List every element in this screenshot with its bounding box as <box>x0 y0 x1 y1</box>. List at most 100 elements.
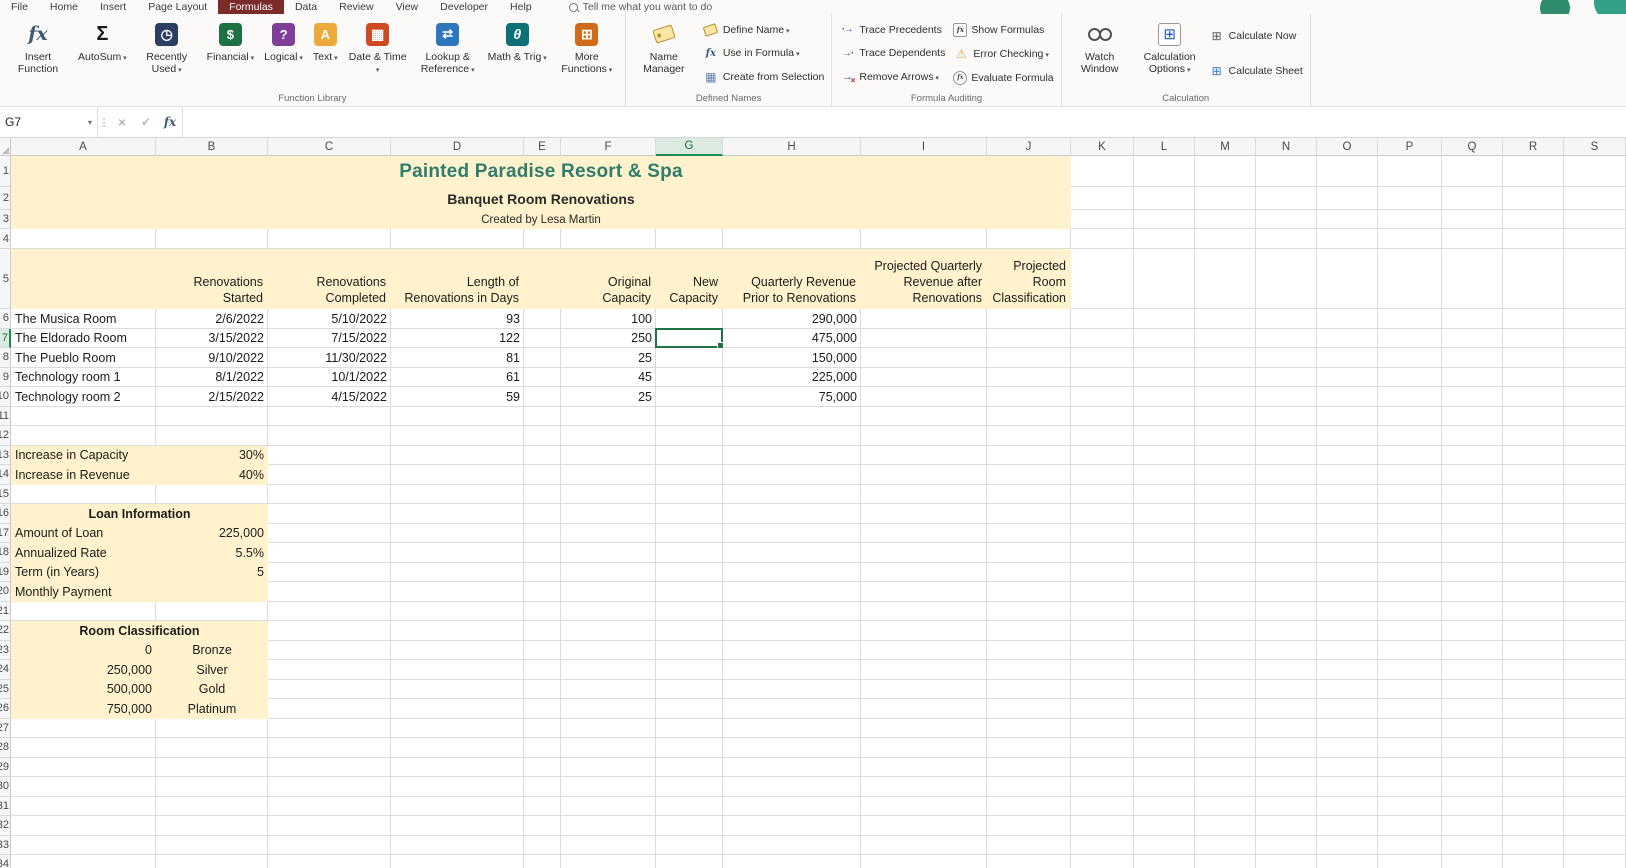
cell-B25[interactable]: Gold <box>156 680 268 700</box>
row-header-21[interactable]: 21 <box>0 601 11 621</box>
cell-B19[interactable]: 5 <box>156 563 268 583</box>
row-header-1[interactable]: 1 <box>0 156 11 187</box>
cell-C7[interactable]: 7/15/2022 <box>268 329 391 349</box>
row-header-29[interactable]: 29 <box>0 757 11 777</box>
cell-D6[interactable]: 93 <box>391 309 524 329</box>
insert-function-fx-button[interactable] <box>158 107 182 137</box>
cell-H9[interactable]: 225,000 <box>723 368 861 388</box>
tab-file[interactable]: File <box>0 0 39 14</box>
cell-A23[interactable]: 0 <box>11 641 156 661</box>
tab-home[interactable]: Home <box>39 0 89 14</box>
cell-C6[interactable]: 5/10/2022 <box>268 309 391 329</box>
cell-A20[interactable]: Monthly Payment <box>11 582 156 602</box>
column-header-F[interactable]: F <box>561 138 656 156</box>
column-header-A[interactable]: A <box>11 138 156 156</box>
row-header-16[interactable]: 16 <box>0 504 11 524</box>
cell-A10[interactable]: Technology room 2 <box>11 387 156 407</box>
cell-B10[interactable]: 2/15/2022 <box>156 387 268 407</box>
cell-C10[interactable]: 4/15/2022 <box>268 387 391 407</box>
tab-formulas[interactable]: Formulas <box>218 0 284 14</box>
cell-B24[interactable]: Silver <box>156 660 268 680</box>
lookup-reference-button[interactable]: Lookup & Reference <box>413 16 483 91</box>
cell-B7[interactable]: 3/15/2022 <box>156 329 268 349</box>
calculate-sheet-button[interactable]: Calculate Sheet <box>1205 62 1307 80</box>
cell-C5[interactable]: Renovations Completed <box>268 249 391 309</box>
column-header-I[interactable]: I <box>861 138 987 156</box>
row-header-2[interactable]: 2 <box>0 187 11 210</box>
use-in-formula-button[interactable]: Use in Formula <box>699 44 829 62</box>
cell-H8[interactable]: 150,000 <box>723 348 861 368</box>
row-header-20[interactable]: 20 <box>0 582 11 602</box>
cell-J5[interactable]: Projected Room Classification <box>987 249 1071 309</box>
row-header-19[interactable]: 19 <box>0 562 11 582</box>
cell-A26[interactable]: 750,000 <box>11 699 156 719</box>
column-header-P[interactable]: P <box>1378 138 1442 156</box>
cell-B6[interactable]: 2/6/2022 <box>156 309 268 329</box>
row-header-8[interactable]: 8 <box>0 348 11 368</box>
column-header-R[interactable]: R <box>1503 138 1564 156</box>
column-header-N[interactable]: N <box>1256 138 1317 156</box>
column-header-Q[interactable]: Q <box>1442 138 1503 156</box>
cell-B14[interactable]: 40% <box>156 465 268 485</box>
recently-used-button[interactable]: Recently Used <box>132 16 202 91</box>
cell-A18[interactable]: Annualized Rate <box>11 543 156 563</box>
remove-arrows-button[interactable]: Remove Arrows <box>835 68 949 86</box>
column-header-B[interactable]: B <box>156 138 268 156</box>
row-header-30[interactable]: 30 <box>0 777 11 797</box>
row-header-13[interactable]: 13 <box>0 445 11 465</box>
autosum-button[interactable]: AutoSum <box>73 16 132 91</box>
cell-F5[interactable]: Original Capacity <box>561 249 656 309</box>
cell-B26[interactable]: Platinum <box>156 699 268 719</box>
row-header-23[interactable]: 23 <box>0 640 11 660</box>
row-header-25[interactable]: 25 <box>0 679 11 699</box>
column-header-H[interactable]: H <box>723 138 861 156</box>
row-header-31[interactable]: 31 <box>0 796 11 816</box>
cell-A13[interactable]: Increase in Capacity <box>11 446 156 466</box>
cell-A22[interactable]: Room Classification <box>11 621 268 641</box>
cell-I5[interactable]: Projected Quarterly Revenue after Renova… <box>861 249 987 309</box>
column-header-M[interactable]: M <box>1195 138 1256 156</box>
row-header-22[interactable]: 22 <box>0 621 11 641</box>
column-header-L[interactable]: L <box>1134 138 1195 156</box>
cell-F6[interactable]: 100 <box>561 309 656 329</box>
column-header-E[interactable]: E <box>524 138 561 156</box>
cell-A16[interactable]: Loan Information <box>11 504 268 524</box>
cell-A1[interactable]: Painted Paradise Resort & Spa <box>11 156 1071 187</box>
cell-A8[interactable]: The Pueblo Room <box>11 348 156 368</box>
calculation-options-button[interactable]: Calculation Options <box>1135 16 1205 91</box>
watch-window-button[interactable]: Watch Window <box>1065 16 1135 91</box>
row-header-12[interactable]: 12 <box>0 426 11 446</box>
cell-A3[interactable]: Created by Lesa Martin <box>11 210 1071 229</box>
date-time-button[interactable]: Date & Time <box>343 16 413 91</box>
cell-F9[interactable]: 45 <box>561 368 656 388</box>
show-formulas-button[interactable]: Show Formulas <box>949 22 1057 38</box>
cell-A6[interactable]: The Musica Room <box>11 309 156 329</box>
name-box-caret-icon[interactable]: ▾ <box>88 118 92 127</box>
insert-function-button[interactable]: Insert Function <box>3 16 73 91</box>
cell-A24[interactable]: 250,000 <box>11 660 156 680</box>
column-header-K[interactable]: K <box>1071 138 1134 156</box>
formula-input[interactable] <box>182 107 1626 137</box>
row-header-27[interactable]: 27 <box>0 718 11 738</box>
row-header-9[interactable]: 9 <box>0 367 11 387</box>
tab-review[interactable]: Review <box>328 0 384 14</box>
cell-G5[interactable]: New Capacity <box>656 249 723 309</box>
cell-F10[interactable]: 25 <box>561 387 656 407</box>
trace-dependents-button[interactable]: Trace Dependents <box>835 44 949 62</box>
cell-C8[interactable]: 11/30/2022 <box>268 348 391 368</box>
cancel-button[interactable] <box>110 107 134 137</box>
financial-button[interactable]: Financial <box>202 16 260 91</box>
row-header-15[interactable]: 15 <box>0 484 11 504</box>
cell-H7[interactable]: 475,000 <box>723 329 861 349</box>
column-header-C[interactable]: C <box>268 138 391 156</box>
cell-A25[interactable]: 500,000 <box>11 680 156 700</box>
sheet-grid[interactable]: Painted Paradise Resort & Spa Banquet Roo… <box>0 138 1626 868</box>
row-header-7[interactable]: 7 <box>0 328 11 348</box>
evaluate-formula-button[interactable]: Evaluate Formula <box>949 70 1057 86</box>
more-functions-button[interactable]: More Functions <box>552 16 622 91</box>
tell-me-box[interactable]: Tell me what you want to do <box>568 1 712 13</box>
cell-D9[interactable]: 61 <box>391 368 524 388</box>
column-header-S[interactable]: S <box>1564 138 1626 156</box>
cell-A17[interactable]: Amount of Loan <box>11 524 156 544</box>
cell-D10[interactable]: 59 <box>391 387 524 407</box>
